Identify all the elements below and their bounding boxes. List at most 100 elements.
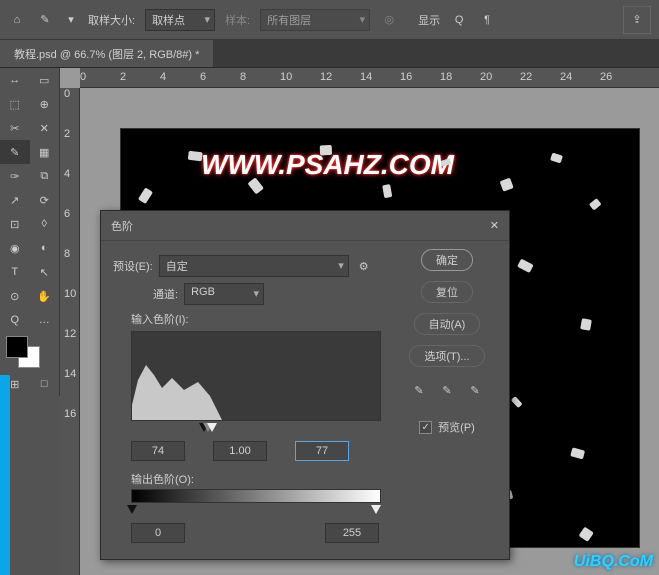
- tool-10-1[interactable]: …: [30, 308, 60, 332]
- gray-eyedropper-icon[interactable]: ✎: [438, 381, 456, 399]
- channel-select[interactable]: RGB: [184, 283, 264, 305]
- ruler-v-tick: 12: [64, 328, 76, 340]
- tool-6-0[interactable]: ⊡: [0, 212, 30, 236]
- tool-4-1[interactable]: ⧉: [30, 164, 60, 188]
- tool-7-1[interactable]: ◐: [30, 236, 60, 260]
- highlight-input[interactable]: 77: [295, 441, 349, 461]
- tab-document[interactable]: 教程.psd @ 66.7% (图层 2, RGB/8#) *: [0, 40, 213, 67]
- show-label: 显示: [418, 12, 440, 28]
- tool-5-1[interactable]: ⟳: [30, 188, 60, 212]
- eyedropper-group: ✎ ✎ ✎: [410, 381, 484, 399]
- ruler-h-tick: 4: [160, 71, 166, 83]
- auto-button[interactable]: 自动(A): [414, 313, 481, 335]
- tool-0-1[interactable]: ▭: [30, 68, 60, 92]
- out-shadow-slider[interactable]: [127, 505, 137, 514]
- out-shadow-input[interactable]: 0: [131, 523, 185, 543]
- white-eyedropper-icon[interactable]: ✎: [466, 381, 484, 399]
- tool-3-1[interactable]: ▦: [30, 140, 60, 164]
- tool-3-0[interactable]: ✎: [0, 140, 30, 164]
- tool-7-0[interactable]: ◉: [0, 236, 30, 260]
- input-levels-label: 输入色阶(I):: [131, 311, 383, 327]
- confetti-particle: [570, 447, 585, 459]
- sample-layers-label: 样本:: [225, 12, 250, 28]
- tool-10-0[interactable]: Q: [0, 308, 30, 332]
- ring-icon[interactable]: ◎: [380, 11, 398, 29]
- ruler-h-tick: 0: [80, 71, 86, 83]
- tool-2-0[interactable]: ✂: [0, 116, 30, 140]
- ruler-v-tick: 6: [64, 208, 70, 220]
- confetti-particle: [510, 396, 522, 409]
- gear-icon[interactable]: ⚙: [355, 257, 373, 275]
- checkbox-icon: ✓: [419, 421, 432, 434]
- ruler-h-tick: 26: [600, 71, 612, 83]
- tool-0-0[interactable]: ↔: [0, 68, 30, 92]
- tool-2-1[interactable]: ✕: [30, 116, 60, 140]
- pin-icon[interactable]: ¶: [478, 11, 496, 29]
- ruler-h-tick: 22: [520, 71, 532, 83]
- foreground-swatch[interactable]: [6, 336, 28, 358]
- mode-tool-1[interactable]: □: [30, 372, 60, 396]
- options-button[interactable]: 选项(T)...: [409, 345, 484, 367]
- close-icon[interactable]: ✕: [490, 219, 499, 232]
- left-edge-strip: [0, 375, 10, 575]
- input-sliders[interactable]: [131, 423, 381, 435]
- tool-1-0[interactable]: ⬚: [0, 92, 30, 116]
- tool-8-0[interactable]: T: [0, 260, 30, 284]
- output-sliders[interactable]: [131, 505, 381, 517]
- out-highlight-slider[interactable]: [371, 505, 381, 514]
- ruler-v-tick: 2: [64, 128, 70, 140]
- histogram: [131, 331, 381, 421]
- confetti-particle: [580, 318, 592, 331]
- tool-dropdown-icon[interactable]: ▾: [64, 13, 78, 26]
- preview-label: 预览(P): [438, 419, 475, 435]
- ruler-h-tick: 24: [560, 71, 572, 83]
- tools-panel: ↔▭⬚⊕✂✕✎▦✑⧉↗⟳⊡◊◉◐T↖⊙✋Q… ⊞□: [0, 68, 60, 396]
- eyedropper-tool-icon[interactable]: ✎: [36, 11, 54, 29]
- tool-6-1[interactable]: ◊: [30, 212, 60, 236]
- brand-watermark: UiBQ.CoM: [574, 553, 653, 571]
- cancel-button[interactable]: 复位: [421, 281, 473, 303]
- share-button[interactable]: ⇪: [623, 6, 651, 34]
- ruler-h-tick: 14: [360, 71, 372, 83]
- ruler-h-tick: 18: [440, 71, 452, 83]
- search-icon[interactable]: Q: [450, 11, 468, 29]
- preview-checkbox[interactable]: ✓ 预览(P): [419, 419, 475, 435]
- share-icon: ⇪: [632, 13, 641, 26]
- preset-label: 预设(E):: [113, 258, 153, 274]
- output-gradient: [131, 489, 381, 503]
- dialog-title: 色阶: [111, 218, 133, 234]
- tool-5-0[interactable]: ↗: [0, 188, 30, 212]
- confetti-particle: [589, 198, 602, 211]
- home-icon[interactable]: ⌂: [8, 11, 26, 29]
- sample-layers-select[interactable]: 所有图层: [260, 9, 370, 31]
- levels-dialog: 色阶 ✕ 预设(E): 自定 ⚙ 通道: RGB 输入色阶(I):: [100, 210, 510, 560]
- options-bar: ⌂ ✎ ▾ 取样大小: 取样点 样本: 所有图层 ◎ 显示 Q ¶ ⇪: [0, 0, 659, 40]
- highlight-slider[interactable]: [207, 423, 217, 432]
- tool-9-1[interactable]: ✋: [30, 284, 60, 308]
- tool-9-0[interactable]: ⊙: [0, 284, 30, 308]
- out-highlight-input[interactable]: 255: [325, 523, 379, 543]
- channel-label: 通道:: [153, 286, 178, 302]
- tool-8-1[interactable]: ↖: [30, 260, 60, 284]
- ruler-v-tick: 0: [64, 88, 70, 100]
- ruler-v-tick: 16: [64, 408, 76, 420]
- confetti-particle: [320, 145, 332, 155]
- color-swatches[interactable]: [0, 332, 59, 372]
- confetti-particle: [499, 177, 513, 191]
- tool-4-0[interactable]: ✑: [0, 164, 30, 188]
- black-eyedropper-icon[interactable]: ✎: [410, 381, 428, 399]
- ruler-vertical: 0246810121416: [60, 88, 80, 575]
- ruler-h-tick: 2: [120, 71, 126, 83]
- shadow-input[interactable]: 74: [131, 441, 185, 461]
- sample-size-label: 取样大小:: [88, 12, 135, 28]
- ruler-h-tick: 10: [280, 71, 292, 83]
- confetti-particle: [517, 259, 533, 273]
- tool-1-1[interactable]: ⊕: [30, 92, 60, 116]
- document-tabs: 教程.psd @ 66.7% (图层 2, RGB/8#) *: [0, 40, 659, 68]
- dialog-header[interactable]: 色阶 ✕: [101, 211, 509, 241]
- midtone-input[interactable]: 1.00: [213, 441, 267, 461]
- sample-size-select[interactable]: 取样点: [145, 9, 215, 31]
- ruler-v-tick: 4: [64, 168, 70, 180]
- preset-select[interactable]: 自定: [159, 255, 349, 277]
- ok-button[interactable]: 确定: [421, 249, 473, 271]
